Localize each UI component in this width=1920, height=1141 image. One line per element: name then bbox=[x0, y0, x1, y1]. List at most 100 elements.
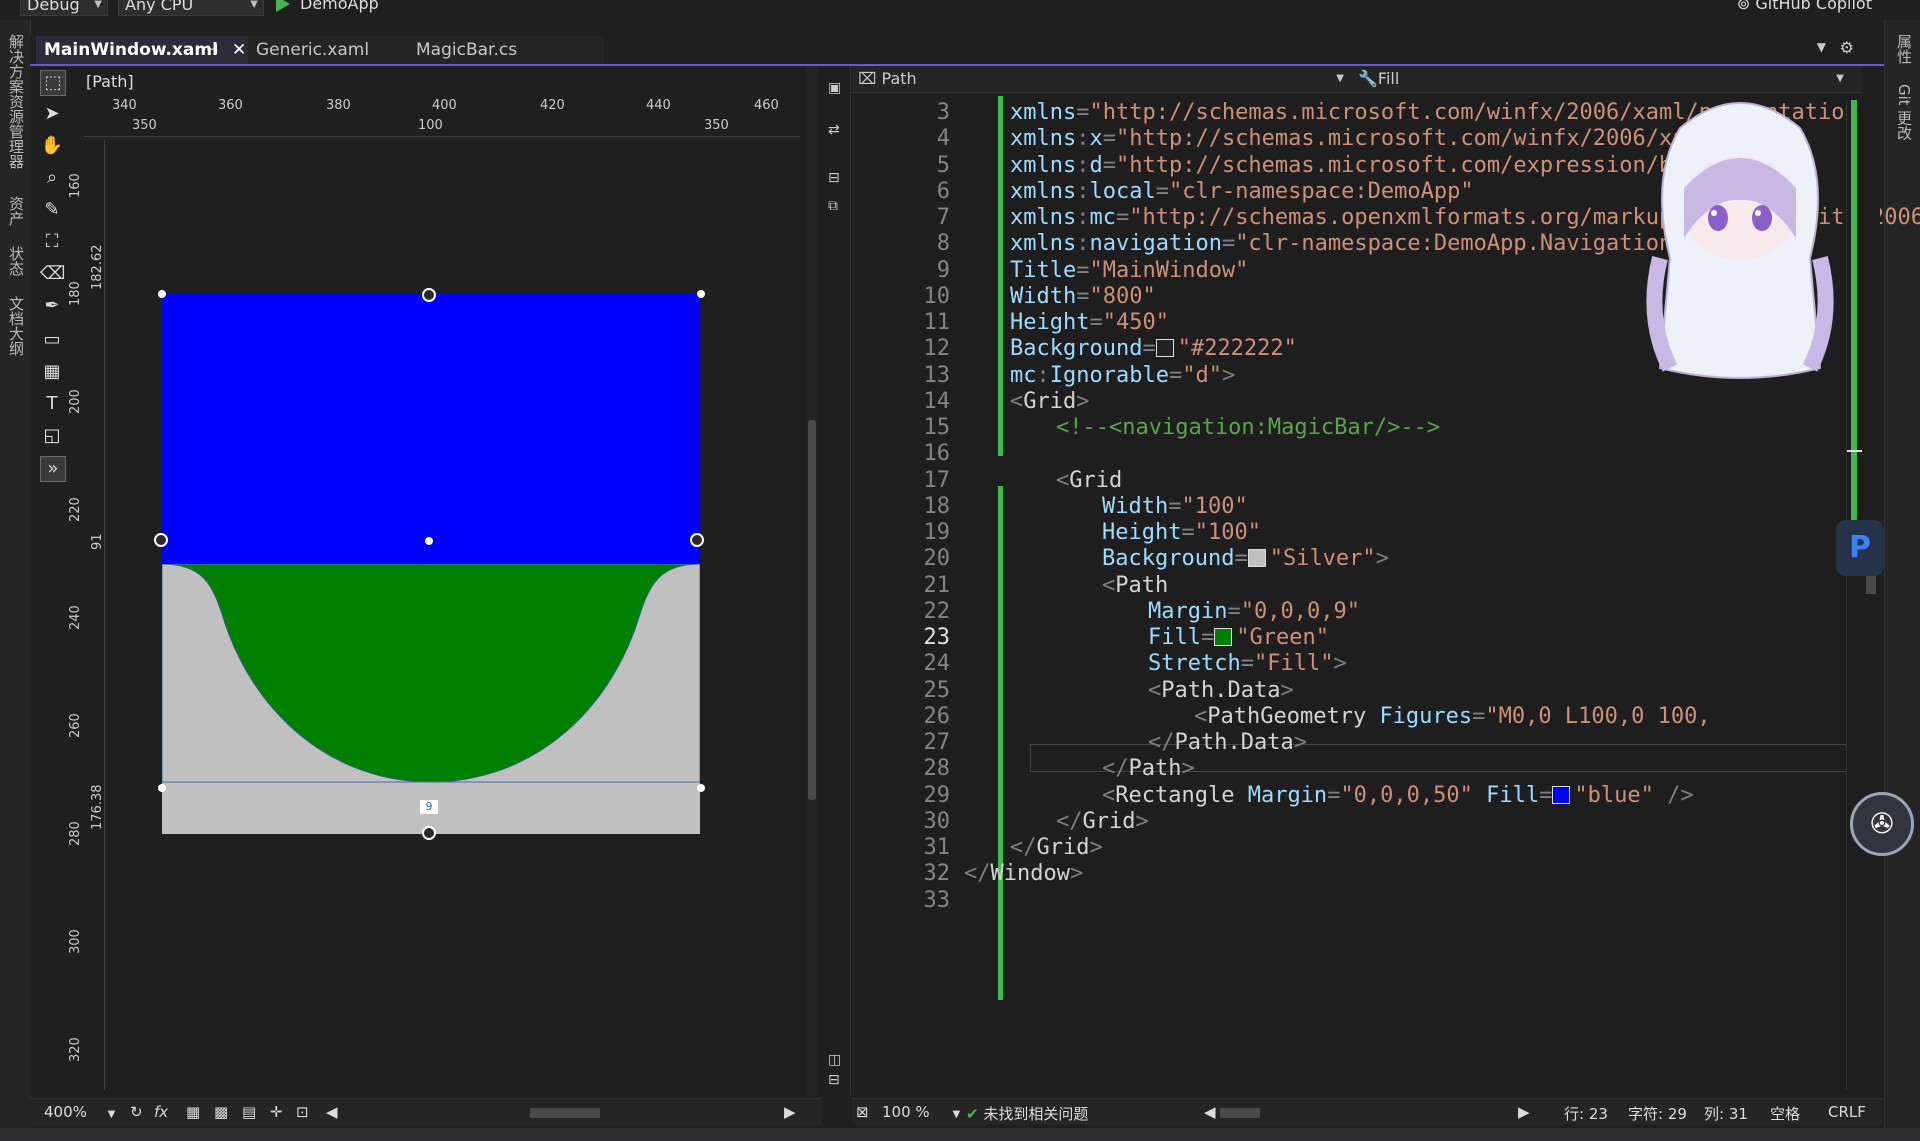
designer-hscroll-thumb[interactable] bbox=[530, 1108, 600, 1118]
refresh-icon[interactable]: ↻ bbox=[130, 1103, 143, 1121]
swap-panes-icon[interactable]: ⇄ bbox=[828, 122, 840, 138]
code-line[interactable]: xmlns:local="clr-namespace:DemoApp" bbox=[1010, 179, 1474, 204]
run-target-button[interactable]: DemoApp bbox=[300, 0, 379, 13]
code-line[interactable]: <Grid bbox=[1056, 468, 1122, 493]
split-view-icon[interactable]: ▣ bbox=[828, 80, 841, 96]
link-icon[interactable] bbox=[154, 533, 168, 547]
snap-grid-icon[interactable]: ▩ bbox=[214, 1103, 228, 1121]
gear-icon[interactable]: ⚙ bbox=[1840, 38, 1854, 57]
issues-indicator[interactable]: ✔ 未找到相关问题 bbox=[966, 1103, 1088, 1124]
code-line[interactable]: Stretch="Fill"> bbox=[1148, 651, 1347, 676]
tab-generic-xaml[interactable]: Generic.xaml bbox=[248, 36, 434, 64]
tab-mainwindow-xaml[interactable]: MainWindow.xaml ⊣ ✕ bbox=[36, 36, 256, 64]
editor-scrollbar[interactable] bbox=[1862, 94, 1880, 1090]
code-line[interactable]: </Path> bbox=[1102, 756, 1195, 781]
code-line[interactable]: xmlns:navigation="clr-namespace:DemoApp.… bbox=[1010, 231, 1686, 256]
editor-hscroll-thumb[interactable] bbox=[1220, 1108, 1260, 1118]
code-line[interactable]: Width="100" bbox=[1102, 494, 1248, 519]
code-line[interactable]: Background= "#222222" bbox=[1010, 336, 1297, 361]
run-icon[interactable] bbox=[276, 0, 290, 12]
git-changes-tab[interactable]: Git 更改 bbox=[1894, 84, 1915, 140]
code-line[interactable]: <PathGeometry Figures="M0,0 L100,0 100, bbox=[1194, 704, 1711, 729]
assistant-icon[interactable]: ✇ bbox=[1850, 792, 1914, 856]
code-line[interactable]: </Window> bbox=[964, 861, 1083, 886]
color-swatch[interactable] bbox=[1155, 339, 1174, 358]
expand-tools-icon[interactable]: » bbox=[40, 456, 66, 482]
extension-badge[interactable]: P bbox=[1836, 520, 1884, 576]
effects-icon[interactable]: fx bbox=[154, 1103, 168, 1121]
selection-handle[interactable] bbox=[697, 290, 705, 298]
close-icon[interactable]: ✕ bbox=[232, 36, 246, 64]
code-line[interactable]: <Grid> bbox=[1010, 389, 1089, 414]
color-swatch[interactable] bbox=[1552, 785, 1571, 804]
pin-icon[interactable]: ⊣ bbox=[206, 36, 218, 64]
horizontal-layout-icon[interactable]: ⊟ bbox=[828, 1072, 840, 1088]
code-line[interactable]: </Grid> bbox=[1056, 809, 1149, 834]
line-ending-indicator[interactable]: CRLF bbox=[1828, 1103, 1866, 1121]
solution-explorer-tab[interactable]: 解决方案资源管理器 bbox=[6, 34, 27, 169]
grid-tool-icon[interactable]: ▦ bbox=[40, 360, 64, 384]
link-icon[interactable] bbox=[422, 288, 436, 302]
code-line[interactable]: <!--<navigation:MagicBar/>--> bbox=[1056, 415, 1440, 440]
device-icon[interactable]: ⊡ bbox=[296, 1103, 309, 1121]
char-indicator[interactable]: 字符: 29 bbox=[1628, 1103, 1687, 1124]
code-line[interactable]: xmlns:x="http://schemas.microsoft.com/wi… bbox=[1010, 126, 1725, 151]
text-tool-icon[interactable]: T bbox=[40, 392, 64, 416]
code-line[interactable]: Title="MainWindow" bbox=[1010, 258, 1248, 283]
code-line[interactable]: Margin="0,0,0,9" bbox=[1148, 599, 1360, 624]
row-indicator[interactable]: 行: 23 bbox=[1564, 1103, 1608, 1124]
selection-handle[interactable] bbox=[158, 290, 166, 298]
color-swatch[interactable] bbox=[1247, 549, 1266, 568]
eraser-tool-icon[interactable]: ⌫ bbox=[40, 262, 65, 286]
design-canvas[interactable] bbox=[162, 294, 700, 834]
scroll-left-icon[interactable]: ◀ bbox=[326, 1103, 338, 1121]
editor-overview-margin[interactable] bbox=[1846, 100, 1863, 1090]
element-selector[interactable]: ⌧ Path ▼ bbox=[858, 66, 1348, 92]
link-icon[interactable] bbox=[690, 533, 704, 547]
snap-lines-icon[interactable]: ✛ bbox=[270, 1103, 283, 1121]
code-line[interactable]: Height="450" bbox=[1010, 310, 1169, 335]
designer-scroll-thumb[interactable] bbox=[808, 420, 816, 800]
code-line[interactable]: <Path bbox=[1102, 573, 1168, 598]
code-line[interactable]: Height="100" bbox=[1102, 520, 1261, 545]
col-indicator[interactable]: 列: 31 bbox=[1704, 1103, 1748, 1124]
pen-tool-icon[interactable]: ✒ bbox=[40, 294, 64, 318]
config-dropdown[interactable]: Debug ▼ bbox=[20, 0, 108, 16]
artboard-icon[interactable]: ▤ bbox=[242, 1103, 256, 1121]
code-line[interactable]: <Rectangle Margin="0,0,0,50" Fill= "blue"… bbox=[1102, 783, 1694, 808]
code-line[interactable]: Fill= "Green" bbox=[1148, 625, 1329, 650]
pointer-tool-icon[interactable]: ➤ bbox=[40, 102, 64, 126]
link-icon[interactable] bbox=[422, 826, 436, 840]
blue-rectangle[interactable] bbox=[162, 294, 700, 564]
platform-dropdown[interactable]: Any CPU ▼ bbox=[118, 0, 264, 16]
horizontal-split-icon[interactable]: ⊟ bbox=[828, 170, 840, 186]
shape-tool-icon[interactable]: ◱ bbox=[40, 424, 64, 448]
paint-bucket-tool-icon[interactable]: ⛶ bbox=[40, 230, 64, 254]
swap-icon[interactable]: ⊠ bbox=[856, 1103, 869, 1121]
vertical-split-icon[interactable]: ◫ bbox=[828, 1052, 841, 1068]
editor-zoom-dropdown[interactable]: 100 % ▼ bbox=[882, 1103, 960, 1121]
grid-icon[interactable]: ▦ bbox=[186, 1103, 200, 1121]
code-line[interactable]: </Path.Data> bbox=[1148, 730, 1307, 755]
breadcrumb[interactable]: [Path] bbox=[86, 72, 134, 91]
code-line[interactable]: Background= "Silver"> bbox=[1102, 546, 1389, 571]
color-swatch[interactable] bbox=[1214, 628, 1233, 646]
code-line[interactable]: Width="800" bbox=[1010, 284, 1156, 309]
code-line[interactable]: </Grid> bbox=[1010, 835, 1103, 860]
assets-tab[interactable]: 资产 bbox=[6, 196, 27, 226]
eyedropper-tool-icon[interactable]: ✎ bbox=[40, 198, 64, 222]
zoom-tool-icon[interactable]: ⌕ bbox=[40, 166, 64, 190]
scroll-left-icon[interactable]: ◀ bbox=[1204, 1103, 1216, 1121]
scroll-right-icon[interactable]: ▶ bbox=[1518, 1103, 1530, 1121]
github-copilot-button[interactable]: ⊚ GitHub Copilot bbox=[1737, 0, 1872, 13]
properties-tab[interactable]: 属性 bbox=[1894, 34, 1915, 64]
code-line[interactable]: <Path.Data> bbox=[1148, 678, 1294, 703]
rectangle-tool-icon[interactable]: ▭ bbox=[40, 328, 64, 352]
selection-handle[interactable] bbox=[158, 784, 166, 792]
whitespace-indicator[interactable]: 空格 bbox=[1770, 1103, 1800, 1124]
document-outline-tab[interactable]: 文档大纲 bbox=[6, 296, 27, 356]
scroll-right-icon[interactable]: ▶ bbox=[784, 1103, 796, 1121]
pan-tool-icon[interactable]: ✋ bbox=[40, 134, 64, 158]
code-line[interactable]: mc:Ignorable="d"> bbox=[1010, 363, 1235, 388]
tab-magicbar-cs[interactable]: MagicBar.cs bbox=[408, 36, 604, 64]
